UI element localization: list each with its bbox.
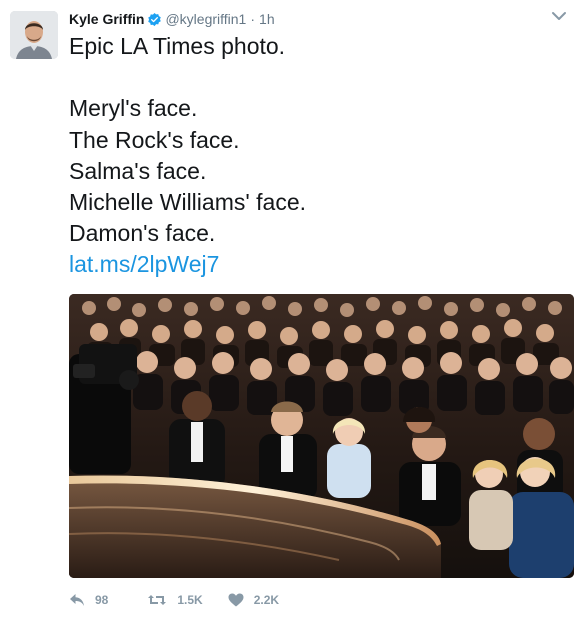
tweet-actions: 98 1.5K 2.2K [69,589,279,611]
tweet-line: Damon's face. [69,220,216,247]
tweet: Kyle Griffin @kylegriffin1 · 1h Epic LA … [0,0,585,620]
retweet-count: 1.5K [177,593,203,607]
tweet-line: Epic LA Times photo. [69,33,286,59]
tweet-link[interactable]: lat.ms/2lpWej7 [69,251,219,277]
reply-count: 98 [95,593,109,607]
avatar[interactable] [10,11,58,59]
tweet-photo[interactable] [69,294,574,578]
author-handle[interactable]: @kylegriffin1 [165,11,246,27]
audience-photo [69,294,574,578]
tweet-header: Kyle Griffin @kylegriffin1 · 1h [69,10,275,28]
retweet-button[interactable]: 1.5K [147,593,203,607]
tweet-line: The Rock's face. [69,126,240,153]
reply-button[interactable]: 98 [69,593,108,607]
tweet-line: Meryl's face. [69,95,198,122]
tweet-line: Salma's face. [69,157,207,184]
reply-icon [69,593,85,607]
heart-icon [228,593,244,607]
tweet-timestamp[interactable]: 1h [259,11,275,27]
line-break [69,62,569,93]
header-separator: · [250,11,256,27]
like-count: 2.2K [253,593,280,607]
retweet-icon [147,593,167,607]
verified-badge-icon [147,12,162,27]
avatar-photo [10,11,58,59]
tweet-text: Epic LA Times photo. Meryl's face. The R… [69,31,569,281]
author-name[interactable]: Kyle Griffin [69,11,144,27]
like-button[interactable]: 2.2K [228,593,279,607]
tweet-line: Michelle Williams' face. [69,188,306,215]
chevron-down-icon[interactable] [549,8,569,24]
